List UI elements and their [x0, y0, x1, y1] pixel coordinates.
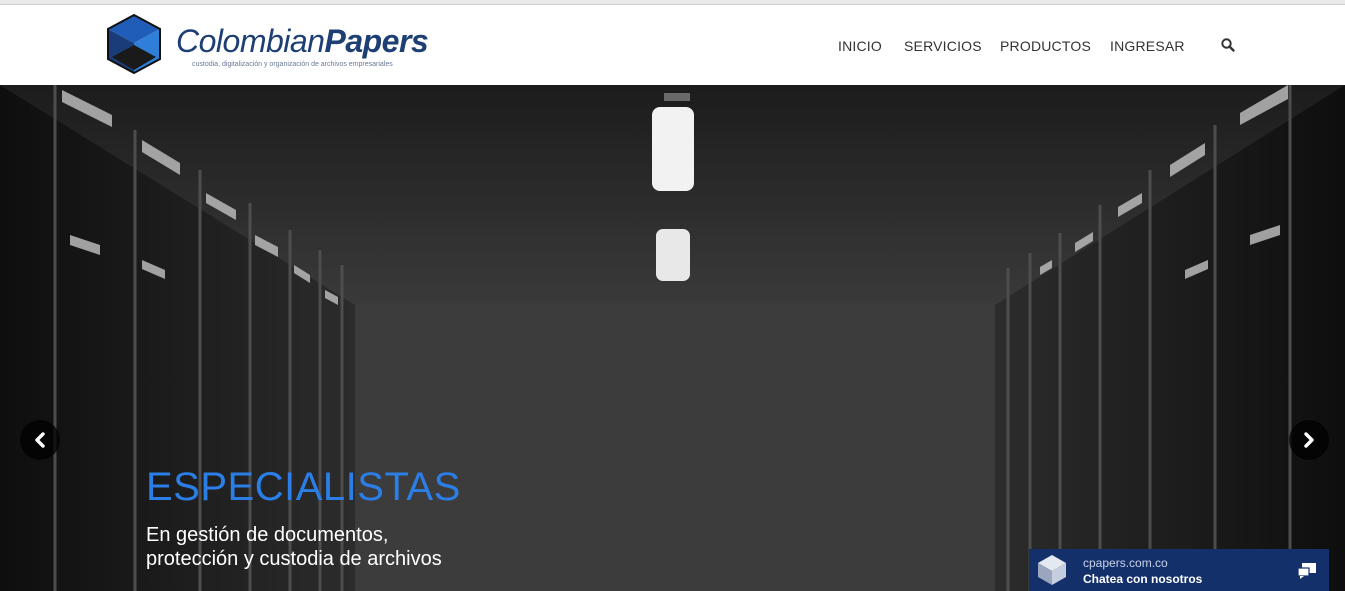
hero-subtitle-line-2: protección y custodia de archivos	[146, 548, 442, 570]
chat-bubbles-icon	[1297, 563, 1316, 579]
cube-logo-icon	[107, 13, 161, 75]
logo-name-bold: Papers	[324, 23, 429, 59]
logo-wordmark: ColombianPapers	[176, 23, 429, 59]
logo-name-light: Colombian	[176, 23, 325, 59]
search-icon[interactable]	[1220, 37, 1236, 53]
slider-next-button[interactable]	[1289, 420, 1329, 460]
site-header: ColombianPapers custodia, digitalización…	[0, 5, 1345, 85]
chat-widget[interactable]: cpapers.com.co Chatea con nosotros	[1029, 549, 1329, 591]
hero-subtitle: En gestión de documentos, protección y c…	[146, 523, 442, 571]
site-logo[interactable]: ColombianPapers custodia, digitalización…	[106, 13, 446, 75]
logo-tagline: custodia, digitalización y organización …	[192, 61, 393, 68]
cube-logo-icon	[1038, 555, 1066, 585]
hero-subtitle-line-1: En gestión de documentos,	[146, 524, 389, 546]
chat-label: Chatea con nosotros	[1083, 572, 1203, 586]
hero-title: ESPECIALISTAS	[146, 465, 461, 509]
slider-prev-button[interactable]	[20, 420, 60, 460]
hero-slider: ESPECIALISTAS En gestión de documentos, …	[0, 85, 1345, 591]
chevron-left-icon	[35, 432, 45, 448]
nav-item-ingresar[interactable]: INGRESAR	[1110, 38, 1185, 54]
nav-item-servicios[interactable]: SERVICIOS	[904, 38, 982, 54]
hero-background-image	[0, 85, 1345, 591]
chevron-right-icon	[1304, 432, 1314, 448]
nav-item-inicio[interactable]: INICIO	[838, 38, 882, 54]
chat-domain: cpapers.com.co	[1083, 556, 1168, 570]
nav-item-productos[interactable]: PRODUCTOS	[1000, 38, 1091, 54]
